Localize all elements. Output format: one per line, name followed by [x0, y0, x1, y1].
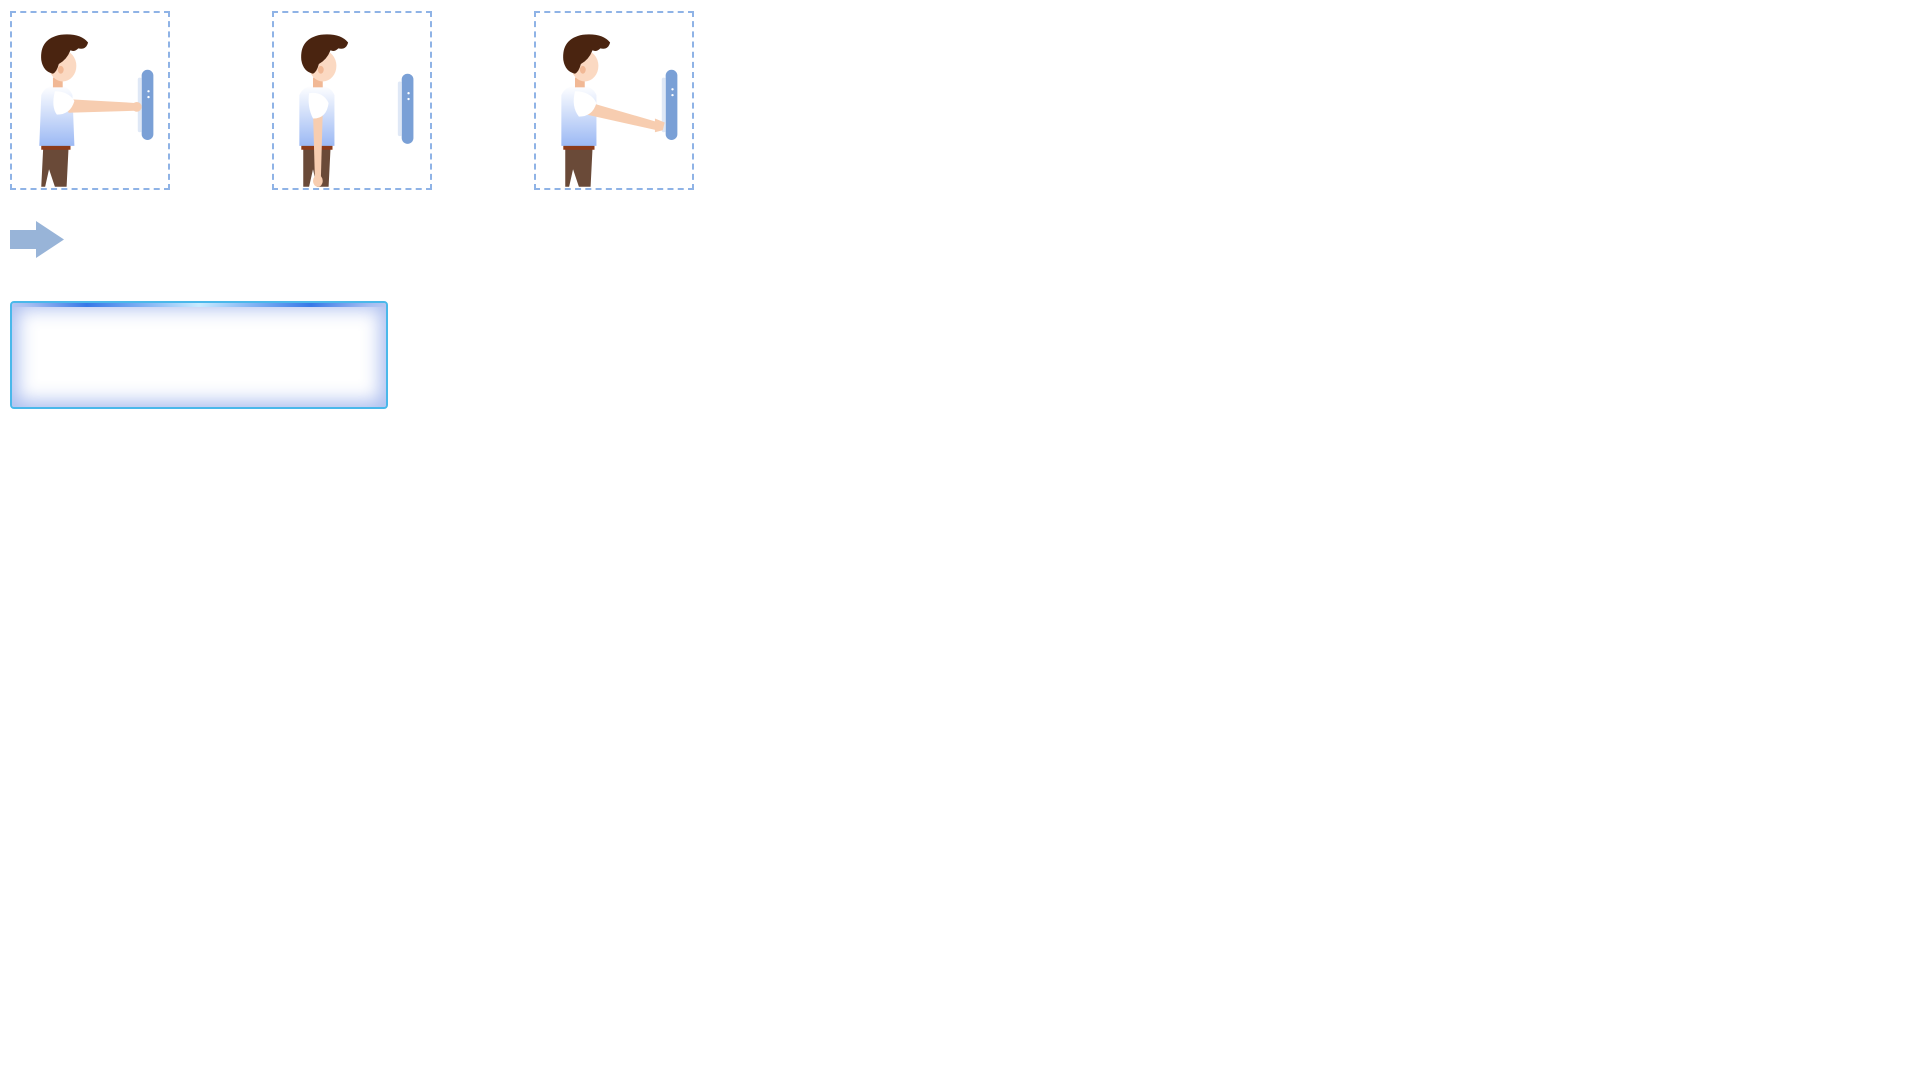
pose-image-arm-angled[interactable] — [534, 11, 694, 190]
wall-bar — [141, 69, 154, 140]
arrow-right-icon[interactable] — [10, 221, 64, 258]
person-illustration-arm-angled — [561, 34, 678, 187]
pants — [41, 147, 69, 187]
pose-image-arms-down[interactable] — [272, 11, 432, 190]
wall-bar — [665, 69, 678, 140]
pose-image-arm-extended[interactable] — [10, 11, 170, 190]
canvas — [0, 0, 1920, 1080]
message-box[interactable] — [10, 301, 388, 409]
person-illustration-arms-down — [299, 34, 414, 187]
message-box-glow — [12, 303, 386, 307]
person-illustration-arm-extended — [39, 34, 154, 187]
arm — [64, 99, 138, 113]
wall-bar — [401, 73, 414, 144]
pants — [565, 147, 593, 187]
